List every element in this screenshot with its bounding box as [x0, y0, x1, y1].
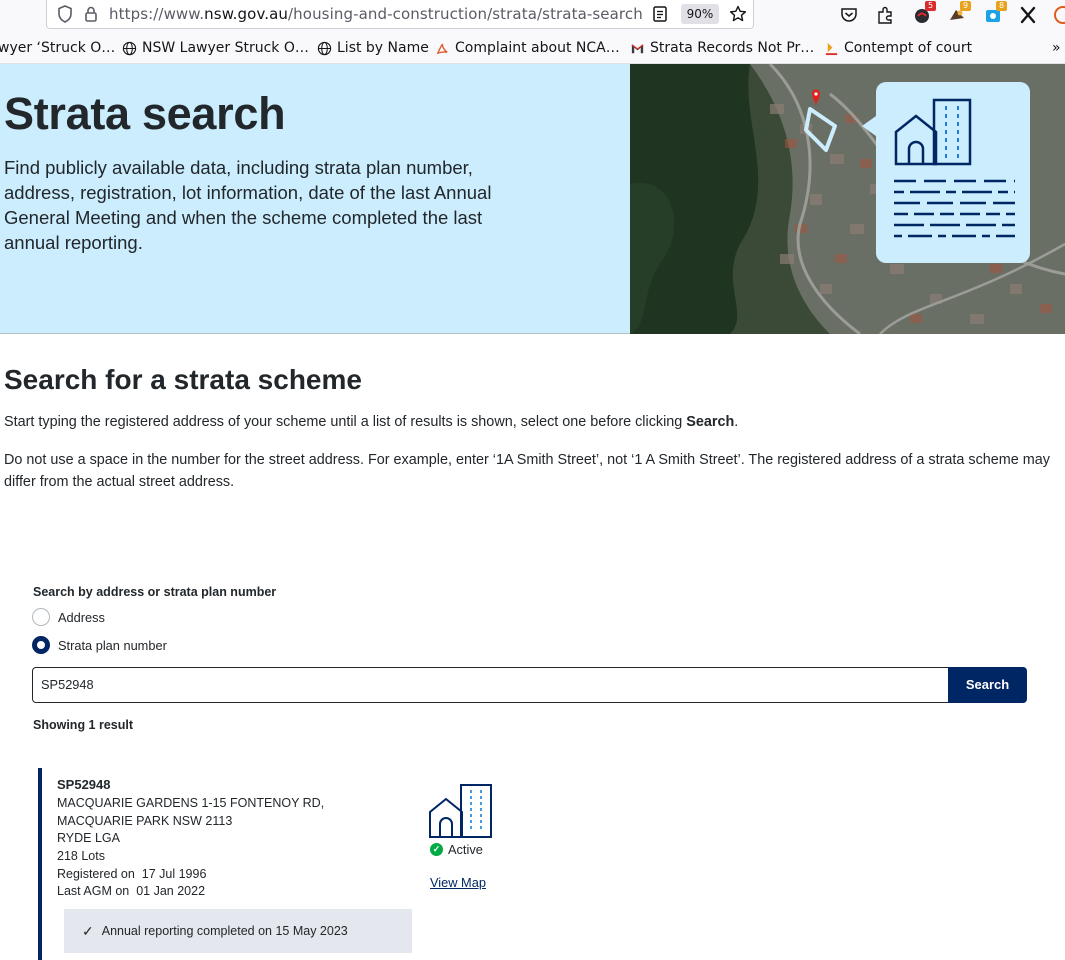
browser-toolbar: https://www.nsw.gov.au/housing-and-const…	[0, 0, 1065, 32]
bookmark-item[interactable]: wyer ‘Struck O…	[0, 40, 115, 56]
result-registered: Registered on 17 Jul 1996	[57, 867, 206, 881]
extension-4-icon[interactable]	[1052, 4, 1065, 26]
registered-date: 17 Jul 1996	[141, 867, 207, 881]
hero-banner: Strata search Find publicly available da…	[0, 64, 1065, 334]
gmail-icon	[631, 43, 644, 53]
result-card: SP52948 MACQUARIE GARDENS 1-15 FONTENOY …	[38, 768, 518, 960]
annual-reporting-text: Annual reporting completed on 15 May 202…	[101, 924, 348, 938]
agm-label: Last AGM on	[57, 884, 130, 898]
instruction-suffix: .	[734, 414, 739, 430]
instruction-bold: Search	[686, 414, 735, 430]
agm-date: 01 Jan 2022	[136, 884, 206, 898]
building-icon	[429, 784, 492, 838]
url-text[interactable]: https://www.nsw.gov.au/housing-and-const…	[109, 5, 643, 23]
bookmark-item[interactable]: NSW Lawyer Struck O…	[122, 40, 309, 56]
search-input[interactable]: SP52948	[32, 667, 949, 703]
globe-icon	[317, 41, 332, 55]
radio-address[interactable]: Address	[32, 608, 105, 626]
view-map-link[interactable]: View Map	[430, 875, 486, 890]
results-count: Showing 1 result	[33, 718, 134, 732]
extension-1-icon[interactable]: 5	[911, 1, 936, 26]
page-title: Strata search	[4, 88, 286, 139]
x-twitter-icon[interactable]	[1017, 4, 1039, 26]
check-circle-icon: ✓	[430, 843, 443, 856]
reader-view-icon[interactable]	[650, 4, 670, 24]
result-lots: 218 Lots	[57, 849, 105, 863]
address-bar[interactable]: https://www.nsw.gov.au/housing-and-const…	[46, 0, 754, 29]
acrobat-icon	[436, 43, 448, 54]
bookmark-label: NSW Lawyer Struck O…	[142, 40, 309, 56]
bookmark-star-icon[interactable]	[728, 4, 748, 24]
extension-2-badge: 9	[960, 1, 971, 11]
bookmarks-overflow-button[interactable]: »	[1052, 40, 1061, 56]
radio-strata-plan-button[interactable]	[32, 636, 50, 654]
aerial-map-icon	[630, 64, 1065, 334]
bookmark-label: Contempt of court	[844, 40, 973, 56]
shield-icon[interactable]	[55, 4, 75, 24]
search-form-label: Search by address or strata plan number	[33, 585, 277, 599]
result-address: MACQUARIE GARDENS 1-15 FONTENOY RD, MACQ…	[57, 796, 325, 828]
result-plan-number: SP52948	[57, 777, 111, 792]
bookmark-item[interactable]: Contempt of court	[824, 40, 972, 56]
zoom-level[interactable]: 90%	[681, 4, 719, 24]
radio-address-button[interactable]	[32, 608, 50, 626]
registered-label: Registered on	[57, 867, 135, 881]
status-text: Active	[448, 842, 483, 857]
pocket-icon[interactable]	[838, 4, 860, 26]
chevron-right-icon: »	[1052, 40, 1061, 56]
radio-address-label: Address	[58, 609, 105, 625]
court-icon	[825, 42, 838, 55]
bookmark-label: wyer ‘Struck O…	[0, 40, 116, 56]
search-instruction: Start typing the registered address of y…	[4, 414, 738, 430]
bookmark-item[interactable]: List by Name	[317, 40, 429, 56]
instruction-text: Start typing the registered address of y…	[4, 414, 687, 430]
radio-strata-plan[interactable]: Strata plan number	[32, 636, 167, 654]
address-note: Do not use a space in the number for the…	[4, 452, 1050, 490]
bookmarks-bar: wyer ‘Struck O… NSW Lawyer Struck O… Lis…	[0, 32, 1065, 64]
bookmark-label: Strata Records Not Pr…	[650, 40, 815, 56]
extension-3-icon[interactable]: 8	[982, 1, 1007, 26]
checkmark-icon: ✓	[82, 922, 94, 939]
hero-map-illustration	[630, 64, 1065, 334]
search-button[interactable]: Search	[948, 667, 1027, 703]
hero-description: Find publicly available data, including …	[4, 157, 492, 253]
extension-2-icon[interactable]: 9	[946, 1, 971, 26]
extension-3-badge: 8	[996, 1, 1007, 11]
bookmark-item[interactable]: Complaint about NCA…	[435, 40, 620, 56]
globe-icon	[122, 41, 137, 55]
status-badge: ✓ Active	[430, 842, 483, 857]
bookmark-item[interactable]: Strata Records Not Pr…	[630, 40, 814, 56]
extension-1-badge: 5	[925, 1, 936, 11]
result-lga: RYDE LGA	[57, 831, 120, 845]
result-last-agm: Last AGM on 01 Jan 2022	[57, 884, 205, 898]
bookmark-label: Complaint about NCA…	[455, 40, 620, 56]
bookmark-label: List by Name	[337, 40, 429, 56]
radio-strata-plan-label: Strata plan number	[58, 637, 167, 653]
section-heading: Search for a strata scheme	[4, 364, 362, 395]
extensions-icon[interactable]	[874, 4, 896, 26]
annual-reporting-notice: ✓ Annual reporting completed on 15 May 2…	[64, 909, 412, 953]
lock-icon[interactable]	[81, 4, 101, 24]
